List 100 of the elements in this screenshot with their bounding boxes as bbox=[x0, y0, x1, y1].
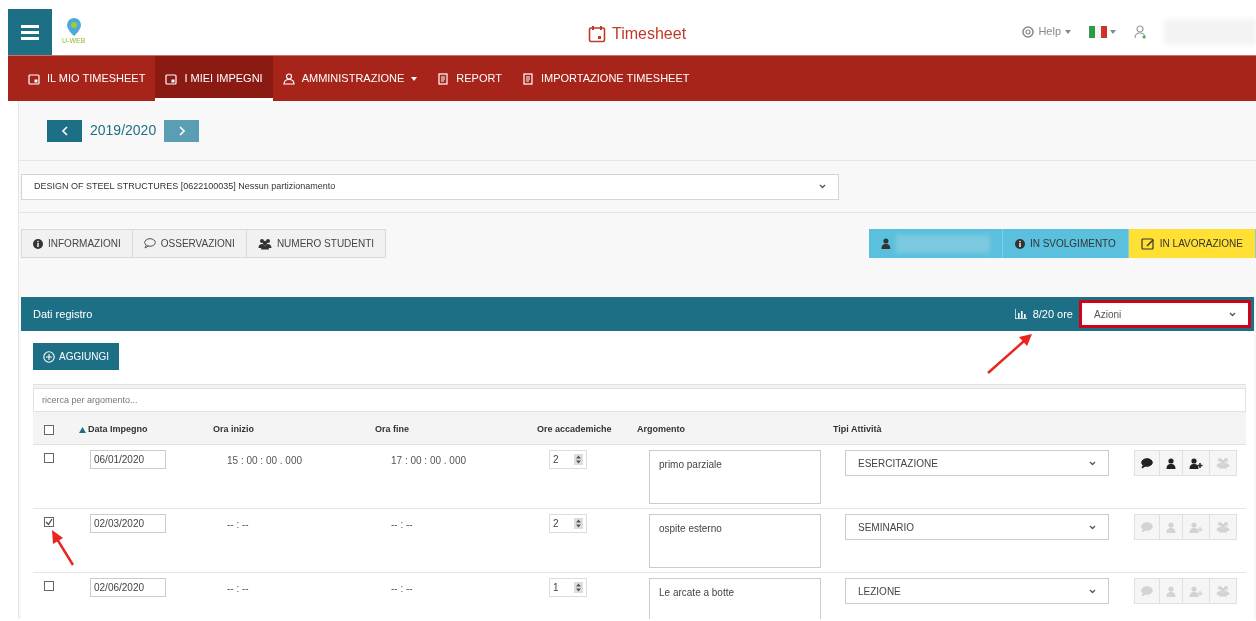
course-select[interactable]: DESIGN OF STEEL STRUCTURES [0622100035] Nessun partizionamento bbox=[21, 173, 839, 200]
person-icon bbox=[880, 238, 891, 249]
bar-chart-icon bbox=[1014, 309, 1027, 319]
add-person-icon bbox=[1189, 457, 1203, 469]
checkbox[interactable] bbox=[44, 517, 54, 527]
caret-icon bbox=[1065, 29, 1071, 34]
annotation-arrow bbox=[986, 333, 1034, 375]
hours-counter: 8/20 ore bbox=[1032, 306, 1073, 322]
document-icon bbox=[521, 72, 534, 85]
chevron-down-icon bbox=[1089, 588, 1096, 594]
person-icon bbox=[282, 72, 295, 85]
nav-tab[interactable]: REPORT bbox=[427, 56, 512, 101]
number-field[interactable]: 2 bbox=[549, 450, 587, 469]
info-icon bbox=[33, 238, 43, 249]
person-icon bbox=[1166, 521, 1176, 533]
speech-bubble-icon bbox=[1141, 521, 1153, 533]
speech-bubble-icon bbox=[1141, 457, 1153, 469]
actions-select[interactable]: Azioni bbox=[1082, 303, 1248, 325]
group-icon bbox=[1216, 457, 1230, 469]
checkbox[interactable] bbox=[44, 425, 54, 435]
topic-field[interactable]: ospite esterno bbox=[649, 514, 821, 568]
action-button[interactable] bbox=[1182, 450, 1210, 476]
lifebuoy-icon bbox=[1022, 25, 1035, 38]
chevron-right-icon bbox=[178, 125, 185, 136]
help-menu[interactable]: Help bbox=[1022, 23, 1071, 40]
nav-tab[interactable]: AMMINISTRAZIONE bbox=[272, 56, 428, 101]
column-header[interactable]: Ore accademiche bbox=[537, 423, 612, 437]
time-value: -- : -- bbox=[390, 582, 414, 596]
info-icon bbox=[1014, 238, 1025, 249]
spinner-icon bbox=[574, 518, 583, 529]
date-field[interactable]: 02/03/2020 bbox=[90, 514, 166, 533]
next-button[interactable] bbox=[164, 119, 200, 142]
column-header[interactable]: Ora inizio bbox=[213, 423, 254, 437]
tab-button[interactable]: NUMERO STUDENTI bbox=[245, 229, 387, 258]
number-field[interactable]: 1 bbox=[549, 578, 587, 597]
flag-icon bbox=[1089, 25, 1107, 38]
plus-circle-icon bbox=[43, 350, 55, 363]
page-title: Timesheet bbox=[612, 24, 687, 44]
speech-bubble-icon bbox=[1141, 585, 1153, 597]
panel-title: Dati registro bbox=[33, 306, 93, 322]
group-icon bbox=[257, 237, 272, 250]
speech-bubble-icon bbox=[143, 238, 156, 249]
time-value: -- : -- bbox=[390, 518, 414, 532]
column-header[interactable]: Tipi Attività bbox=[833, 423, 882, 437]
date-field[interactable]: 02/06/2020 bbox=[90, 578, 166, 597]
action-button[interactable] bbox=[1159, 450, 1183, 476]
annotation-arrow bbox=[50, 529, 76, 567]
chevron-down-icon bbox=[1089, 524, 1096, 530]
person-icon bbox=[1166, 457, 1176, 469]
column-header[interactable]: Data Impegno bbox=[88, 423, 148, 437]
add-person-icon bbox=[1189, 521, 1203, 533]
time-value: 17 : 00 : 00 . 000 bbox=[390, 454, 468, 468]
topic-field[interactable]: primo parziale bbox=[649, 450, 821, 504]
time-value: -- : -- bbox=[226, 582, 250, 596]
calendar-edit-icon bbox=[1140, 237, 1155, 250]
chevron-down-icon bbox=[1229, 311, 1236, 317]
time-value: -- : -- bbox=[226, 518, 250, 532]
calendar-icon bbox=[588, 25, 606, 43]
activity-select[interactable]: LEZIONE bbox=[845, 578, 1109, 604]
checkbox[interactable] bbox=[44, 453, 54, 463]
year-label: 2019/2020 bbox=[90, 121, 157, 140]
previous-button[interactable] bbox=[47, 119, 82, 142]
caret-icon bbox=[1110, 29, 1116, 34]
column-header[interactable]: Ora fine bbox=[375, 423, 409, 437]
add-person-icon bbox=[1189, 585, 1203, 597]
group-icon bbox=[1216, 521, 1230, 533]
tab-button[interactable]: OSSERVAZIONI bbox=[131, 229, 247, 258]
nav-tab[interactable]: IMPORTAZIONE TIMESHEET bbox=[511, 56, 700, 101]
activity-select[interactable]: SEMINARIO bbox=[845, 514, 1109, 540]
time-value: 15 : 00 : 00 . 000 bbox=[226, 454, 304, 468]
tab-button[interactable]: INFORMAZIONI bbox=[21, 229, 133, 258]
user-icon[interactable] bbox=[1134, 24, 1146, 39]
document-icon bbox=[437, 72, 450, 85]
number-field[interactable]: 2 bbox=[549, 514, 587, 533]
column-header[interactable]: Argomento bbox=[637, 423, 685, 437]
calendar-icon bbox=[165, 72, 178, 85]
chevron-left-icon bbox=[61, 125, 68, 136]
spinner-icon bbox=[574, 454, 583, 465]
person-icon bbox=[1166, 585, 1176, 597]
menu-button[interactable] bbox=[8, 9, 52, 55]
status-segment: IN LAVORAZIONE bbox=[1128, 229, 1256, 258]
chevron-down-icon bbox=[1089, 460, 1096, 466]
add-button[interactable]: AGGIUNGI bbox=[33, 343, 119, 370]
nav-tab[interactable]: I MIEI IMPEGNI bbox=[155, 56, 273, 101]
check-icon bbox=[45, 518, 53, 526]
calendar-icon bbox=[28, 72, 40, 85]
chevron-down-icon bbox=[819, 184, 826, 189]
activity-select[interactable]: ESERCITAZIONE bbox=[845, 450, 1109, 476]
language-menu[interactable] bbox=[1089, 25, 1116, 38]
topic-field[interactable]: Le arcate a botte bbox=[649, 578, 821, 619]
nav-tab[interactable]: IL MIO TIMESHEET bbox=[18, 56, 156, 101]
spinner-icon bbox=[574, 582, 583, 593]
group-icon bbox=[1216, 585, 1230, 597]
menu-icon bbox=[21, 24, 39, 40]
date-field[interactable]: 06/01/2020 bbox=[90, 450, 166, 469]
action-button[interactable] bbox=[1134, 450, 1160, 476]
checkbox[interactable] bbox=[44, 581, 54, 591]
map-pin-icon bbox=[65, 17, 82, 37]
status-segment: IN SVOLGIMENTO bbox=[1002, 229, 1129, 258]
search-field[interactable]: ricerca per argomento... bbox=[33, 388, 1246, 412]
